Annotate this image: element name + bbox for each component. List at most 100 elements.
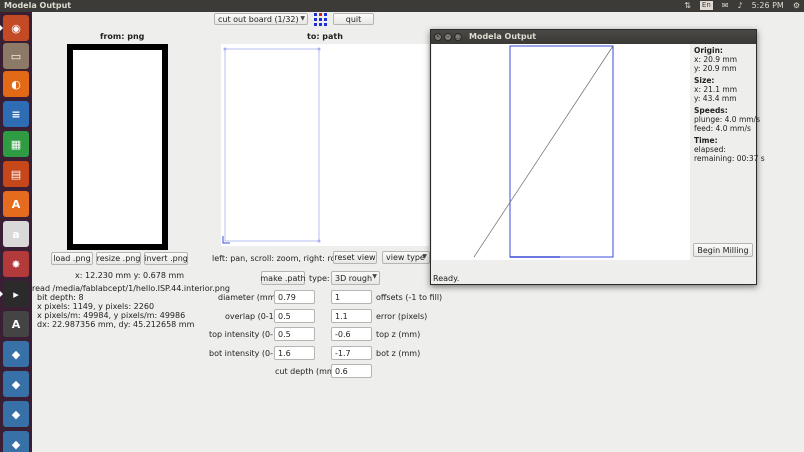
bot-z-field[interactable]: -1.7 [331,346,372,360]
path-panel-header: to: path [307,32,343,41]
toolpath-corner [317,47,321,51]
machine-select[interactable]: cut out board (1/32) ▼ [214,13,308,25]
invert-png-button[interactable]: invert .png [144,252,188,265]
resize-png-button[interactable]: resize .png [96,252,141,265]
type-label: type: [309,274,330,283]
launcher: ◉ ▭ ◐ ≡ ▦ ▤ Aa ✸ ▸ A ◆ ◆ ◆ ◆ [0,12,32,452]
plunge-speed: plunge: 4.0 mm/s [694,115,760,124]
modela-toolpath-canvas [432,44,690,260]
gear-icon[interactable]: ⚙ [793,1,800,10]
status-text: Ready. [433,274,460,283]
top-z-field[interactable]: -0.6 [331,327,372,341]
minimize-icon[interactable]: – [444,33,452,41]
top-z-label: top z (mm) [376,330,421,339]
top-panel: Modela Output ⇅ En ✉ ♪ 5:26 PM ⚙ [0,0,804,12]
remaining-time: remaining: 00:37 s [694,154,765,163]
python-icon-1[interactable]: ◆ [3,341,29,367]
libreoffice-impress-icon[interactable]: ▤ [3,161,29,187]
load-png-button[interactable]: load .png [51,252,93,265]
path-type-value: 3D rough [335,273,373,283]
modela-output-window: × – □ Modela Output Origin: x: 20.9 mm y… [430,29,765,285]
toolpath-corner [223,47,227,51]
origin-y: y: 20.9 mm [694,64,737,73]
travel-line [473,45,614,258]
machine-select-value: cut out board (1/32) [218,14,299,24]
diameter-label: diameter (mm) [218,293,279,302]
keyboard-layout-indicator[interactable]: En [699,1,713,10]
png-info-line: bit depth: 8 [37,293,84,302]
error-field[interactable]: 1.1 [331,309,372,323]
view-type-value: view type [386,253,425,262]
libreoffice-writer-icon[interactable]: ≡ [3,101,29,127]
png-preview[interactable] [67,44,168,250]
overlap-field[interactable]: 0.5 [274,309,315,323]
png-board-area [73,50,162,244]
chevron-down-icon: ▼ [300,15,305,22]
cut-depth-field[interactable]: 0.6 [331,364,372,378]
terminal-icon[interactable]: ▸ [0,281,29,307]
modela-info-panel: Origin: x: 20.9 mm y: 20.9 mm Size: x: 2… [691,44,765,260]
origin-x: x: 20.9 mm [694,55,738,64]
size-label: Size: [694,76,715,85]
toolpath-corner [317,239,321,243]
chevron-down-icon: ▼ [372,273,377,280]
maximize-icon[interactable]: □ [454,33,462,41]
size-y: y: 43.4 mm [694,94,737,103]
view-hint: left: pan, scroll: zoom, right: rotate [212,254,352,263]
png-panel-header: from: png [100,32,145,41]
elapsed-time: elapsed: [694,145,726,154]
png-info-line: x pixels: 1149, y pixels: 2260 [37,302,155,311]
grid-icon[interactable] [314,13,327,26]
size-x: x: 21.1 mm [694,85,738,94]
software-updater-icon[interactable]: A [3,311,29,337]
origin-marker [222,236,230,244]
path-type-select[interactable]: 3D rough ▼ [331,271,380,285]
offsets-label: offsets (-1 to fill) [376,293,443,302]
feed-speed: feed: 4.0 mm/s [694,124,751,133]
software-center-icon[interactable]: A [3,191,29,217]
volume-icon[interactable]: ♪ [737,1,742,10]
bot-intensity-label: bot intensity (0-1) [209,349,282,358]
view-type-select[interactable]: view type ▼ [382,251,430,264]
close-icon[interactable]: × [434,33,442,41]
offsets-field[interactable]: 1 [331,290,372,304]
system-settings-icon[interactable]: ✸ [3,251,29,277]
path-preview[interactable] [221,44,429,246]
diameter-field[interactable]: 0.79 [274,290,315,304]
error-label: error (pixels) [376,312,428,321]
python-icon-2[interactable]: ◆ [3,371,29,397]
png-info-line: dx: 22.987356 mm, dy: 45.212658 mm [37,320,195,329]
amazon-icon[interactable]: a [3,221,29,247]
firefox-icon[interactable]: ◐ [3,71,29,97]
speeds-label: Speeds: [694,106,728,115]
toolpath-outline [224,48,320,242]
top-intensity-label: top intensity (0-1) [209,330,282,339]
python-icon-3[interactable]: ◆ [3,401,29,427]
modela-status-bar: Ready. [431,260,756,284]
path-preview-svg [222,47,321,244]
network-icon[interactable]: ✉ [722,1,729,10]
reset-view-button[interactable]: reset view [333,251,377,264]
clock[interactable]: 5:26 PM [752,1,784,10]
libreoffice-calc-icon[interactable]: ▦ [3,131,29,157]
make-path-button[interactable]: make .path [260,271,306,285]
bot-z-label: bot z (mm) [376,349,421,358]
ubuntu-dash-icon[interactable]: ◉ [0,15,29,41]
png-info-line: x pixels/m: 49984, y pixels/m: 49986 [37,311,186,320]
bot-intensity-field[interactable]: 1.6 [274,346,315,360]
origin-label: Origin: [694,46,723,55]
modela-titlebar[interactable]: × – □ Modela Output [431,30,756,44]
png-info-line: read /media/fablabcept/1/hello.ISP.44.in… [32,284,230,293]
active-window-title: Modela Output [4,1,72,10]
python-icon-4[interactable]: ◆ [3,431,29,452]
cut-depth-label: cut depth (mm) [275,367,338,376]
modela-window-title: Modela Output [469,32,537,41]
modela-toolpath-svg [473,45,614,258]
chevron-down-icon: ▼ [422,253,427,260]
top-intensity-field[interactable]: 0.5 [274,327,315,341]
begin-milling-button[interactable]: Begin Milling [693,243,753,257]
files-icon[interactable]: ▭ [3,43,29,69]
wifi-icon[interactable]: ⇅ [684,1,691,10]
quit-button[interactable]: quit [333,13,374,25]
system-tray: ⇅ En ✉ ♪ 5:26 PM ⚙ [684,1,800,10]
